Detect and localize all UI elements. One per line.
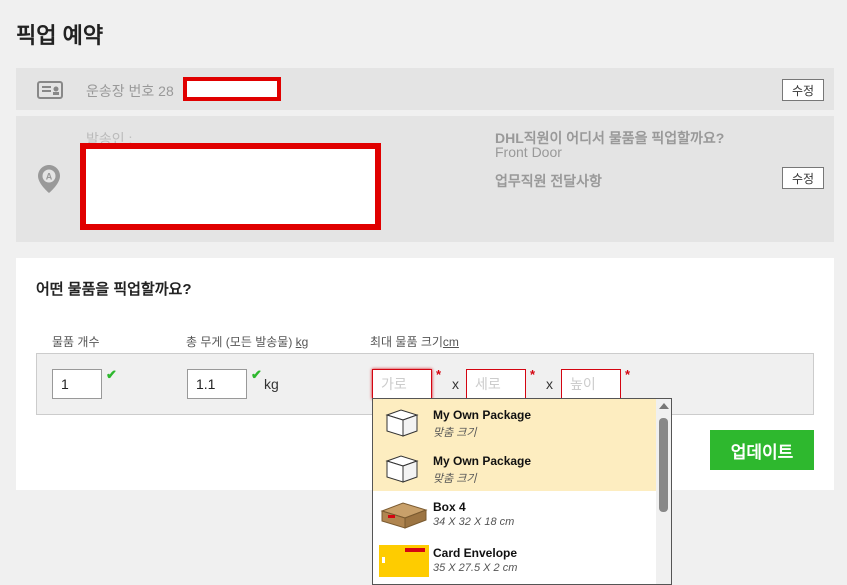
piece-count-label: 물품 개수 [52, 335, 100, 349]
svg-text:A: A [46, 172, 53, 182]
tracking-number-label: 운송장 번호 28 [86, 83, 174, 99]
redacted-sender-address [80, 143, 381, 230]
package-option[interactable]: My Own Package 맞춤 크기 [373, 445, 657, 491]
height-input[interactable] [561, 369, 621, 399]
scroll-up-arrow-icon[interactable] [659, 403, 669, 409]
package-option[interactable]: My Own Package 맞춤 크기 [373, 399, 657, 445]
max-size-label: 최대 물품 크기cm [370, 335, 459, 349]
total-weight-label: 총 무게 (모든 발송물) kg [186, 335, 309, 349]
scroll-thumb[interactable] [659, 418, 668, 512]
package-type-dropdown[interactable]: My Own Package 맞춤 크기 My Own Package 맞춤 크… [372, 398, 672, 585]
length-input[interactable] [372, 369, 432, 399]
edit-tracking-button[interactable]: 수정 [782, 79, 824, 101]
courier-memo-label: 업무직원 전달사항 [495, 173, 602, 189]
required-mark: * [436, 367, 442, 382]
white-box-icon [385, 455, 419, 483]
white-box-icon [385, 409, 419, 437]
package-option[interactable]: Card Envelope 35 X 27.5 X 2 cm [373, 537, 657, 583]
pickup-location-value: Front Door [495, 144, 562, 160]
weight-valid-check-icon: ✔ [251, 367, 262, 382]
tracking-number-row: 운송장 번호 28 수정 [16, 68, 834, 112]
address-section: A 발송인 : DHL직원이 어디서 물품을 픽업할까요? Front Door… [16, 116, 834, 242]
page-title: 픽업 예약 [16, 23, 104, 48]
dhl-box-icon [380, 502, 428, 529]
times-sign: x [452, 376, 459, 392]
piece-count-input[interactable] [52, 369, 102, 399]
count-valid-check-icon: ✔ [106, 367, 117, 382]
required-mark: * [625, 367, 631, 382]
id-card-icon [37, 81, 63, 99]
total-weight-input[interactable] [187, 369, 247, 399]
redacted-tracking-number [183, 77, 281, 101]
pickup-items-title: 어떤 물품을 픽업할까요? [36, 281, 192, 298]
dropdown-scrollbar[interactable] [656, 399, 671, 584]
required-mark: * [530, 367, 536, 382]
package-option[interactable]: Box 4 34 X 32 X 18 cm [373, 491, 657, 537]
times-sign: x [546, 376, 553, 392]
update-button[interactable]: 업데이트 [710, 430, 814, 470]
width-input[interactable] [466, 369, 526, 399]
weight-unit: kg [264, 376, 279, 392]
dhl-envelope-icon [379, 545, 429, 577]
location-pin-icon: A [38, 165, 60, 193]
edit-address-button[interactable]: 수정 [782, 167, 824, 189]
